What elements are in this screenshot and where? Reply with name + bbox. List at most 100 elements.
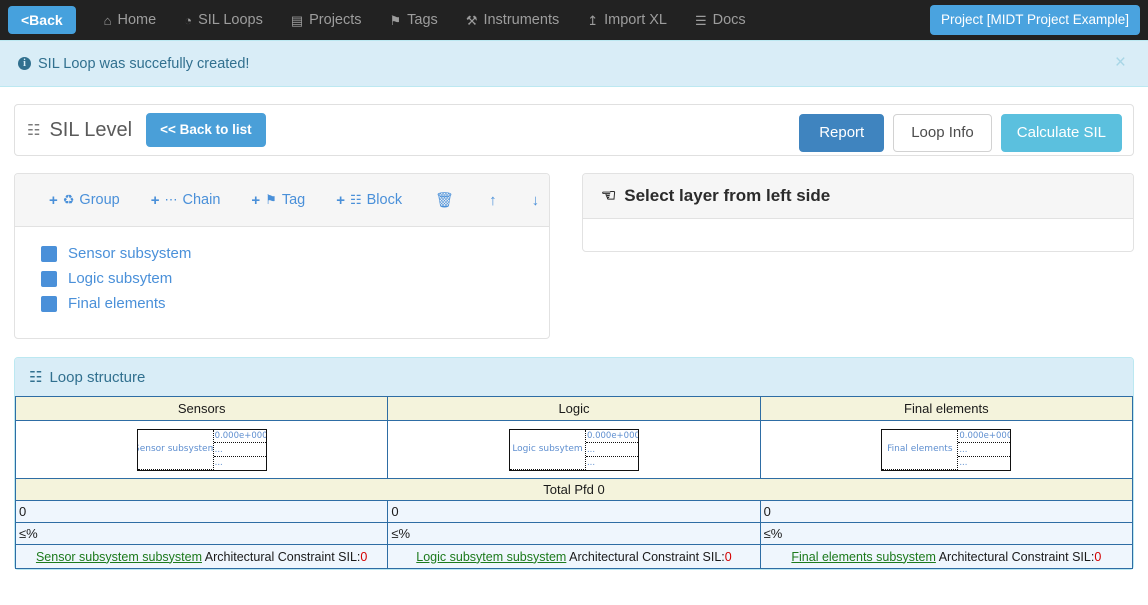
loop-structure-header: ☷ Loop structure	[15, 358, 1133, 396]
loop-info-button[interactable]: Loop Info	[893, 114, 992, 152]
block-line2: ...	[585, 443, 638, 457]
constraint-text: Architectural Constraint SIL:	[935, 549, 1095, 564]
nav-label-import-xl: Import XL	[604, 12, 667, 28]
subsystem-link-final-elements[interactable]: Final elements subsystem	[791, 550, 936, 564]
add-chain-label: Chain	[182, 192, 221, 208]
structure-editor-panel: + ♻ Group + ⋯ Chain + ⚑ Tag + ☷ Block 🗑 …	[14, 173, 550, 339]
layer-panel-title: Select layer from left side	[624, 186, 831, 205]
block-final-elements[interactable]: Final elements 0.000e+000 ... ...	[881, 428, 1012, 471]
close-icon[interactable]: ×	[1109, 52, 1132, 73]
nav-item-docs[interactable]: ☰ Docs	[681, 0, 760, 40]
home-icon: ⌂	[103, 12, 112, 28]
plus-icon: +	[251, 191, 261, 209]
column-header-final-elements: Final elements	[759, 396, 1134, 421]
table-constraint-row: Sensor subsystem subsystem Architectural…	[14, 544, 1134, 569]
block-logic-subsystem[interactable]: Logic subsytem 0.000e+000 ... ...	[508, 428, 639, 471]
project-button[interactable]: Project [MIDT Project Example]	[929, 5, 1140, 35]
column-header-logic: Logic	[387, 396, 761, 421]
block-sensor-subsystem[interactable]: Sensor subsystem 0.000e+000 ... ...	[136, 428, 267, 471]
nav-label-tags: Tags	[407, 12, 438, 28]
report-button[interactable]: Report	[799, 114, 885, 152]
percent-cell-logic: ≤%	[387, 522, 761, 545]
plus-icon: +	[336, 191, 345, 209]
projects-icon: ▤	[290, 12, 304, 28]
layer-square-icon	[41, 295, 57, 312]
layer-square-icon	[41, 270, 57, 287]
constraint-text: Architectural Constraint SIL:	[202, 549, 361, 564]
diagram-cell-final-elements[interactable]: Final elements 0.000e+000 ... ...	[759, 420, 1134, 479]
page-header-panel: ☷ SIL Level << Back to list Report Loop …	[14, 104, 1134, 156]
tree-item-logic-subsystem[interactable]: Logic subsytem	[41, 266, 549, 291]
tag-icon: ⚑	[265, 192, 277, 207]
nav-item-import-xl[interactable]: ↥ Import XL	[573, 0, 681, 40]
nav-label-home: Home	[117, 12, 157, 28]
add-tag-label: Tag	[281, 192, 306, 208]
add-chain-button[interactable]: + ⋯ Chain	[149, 190, 223, 211]
diagram-cell-sensors[interactable]: Sensor subsystem 0.000e+000 ... ...	[14, 420, 389, 479]
back-to-list-button[interactable]: << Back to list	[146, 112, 266, 148]
value-cell-logic: 0	[387, 500, 761, 523]
block-values: 0.000e+000 ... ...	[958, 430, 1011, 470]
block-line2: ...	[213, 443, 266, 457]
move-up-icon[interactable]: ↑	[485, 190, 501, 211]
block-pfd-value: 0.000e+000	[213, 430, 266, 444]
block-values: 0.000e+000 ... ...	[213, 430, 266, 470]
move-down-icon[interactable]: ↓	[528, 190, 544, 211]
add-block-button[interactable]: + ☷ Block	[334, 190, 404, 211]
layer-panel-header: ☜ Select layer from left side	[583, 174, 1133, 219]
loop-structure-table: Sensors Logic Final elements Sensor subs…	[14, 396, 1134, 569]
block-label: Sensor subsystem	[137, 429, 214, 470]
table-header-row: Sensors Logic Final elements	[14, 396, 1134, 421]
alert-message: SIL Loop was succefully created!	[38, 55, 250, 72]
block-line3: ...	[586, 458, 596, 469]
nav-label-instruments: Instruments	[483, 12, 560, 28]
block-pfd-value: 0.000e+000	[585, 430, 638, 444]
page-title-text: SIL Level	[49, 118, 133, 141]
loop-structure-title: Loop structure	[49, 368, 146, 386]
block-pfd-value: 0.000e+000	[958, 430, 1011, 444]
tree-item-label: Logic subsytem	[68, 270, 173, 287]
group-icon: ♻	[62, 192, 75, 207]
tree-item-label: Sensor subsystem	[68, 245, 192, 262]
tree-item-label: Final elements	[68, 295, 166, 312]
value-cell-sensors: 0	[14, 500, 389, 523]
subsystem-link-logic[interactable]: Logic subsytem subsystem	[416, 550, 566, 564]
tree-item-sensor-subsystem[interactable]: Sensor subsystem	[41, 241, 549, 266]
nav-item-sil-loops[interactable]: ◔ SIL Loops	[170, 0, 277, 40]
tree-item-final-elements[interactable]: Final elements	[41, 291, 549, 316]
layer-panel-body	[583, 219, 1133, 251]
delete-icon[interactable]: 🗑	[431, 189, 458, 211]
block-line3: ...	[214, 458, 223, 469]
constraint-cell-final-elements: Final elements subsystem Architectural C…	[759, 544, 1134, 569]
value-cell-final-elements: 0	[759, 500, 1134, 523]
table-percent-row: ≤% ≤% ≤%	[14, 522, 1134, 545]
navbar-right: Project [MIDT Project Example]	[929, 5, 1140, 35]
nav-item-home[interactable]: ⌂ Home	[90, 0, 171, 40]
subsystem-link-sensors[interactable]: Sensor subsystem subsystem	[36, 550, 202, 564]
table-total-row: Total Pfd 0	[15, 478, 1133, 501]
diagram-cell-logic[interactable]: Logic subsytem 0.000e+000 ... ...	[387, 420, 761, 479]
block-values: 0.000e+000 ... ...	[585, 430, 638, 470]
constraint-cell-logic: Logic subsytem subsystem Architectural C…	[387, 544, 761, 569]
total-pfd-cell: Total Pfd 0	[15, 478, 1133, 501]
constraint-cell-sensors: Sensor subsystem subsystem Architectural…	[14, 544, 389, 569]
block-label: Final elements	[882, 429, 959, 470]
add-group-button[interactable]: + ♻ Group	[47, 190, 122, 211]
back-button[interactable]: <Back	[8, 6, 76, 34]
table-diagram-row: Sensor subsystem 0.000e+000 ... ... Logi…	[14, 420, 1134, 479]
loop-structure-panel: ☷ Loop structure Sensors Logic Final ele…	[14, 357, 1134, 570]
top-navbar: <Back ⌂ Home ◔ SIL Loops ▤ Projects ⚑ Ta…	[0, 0, 1148, 40]
table-value-row: 0 0 0	[14, 500, 1134, 523]
nav-item-tags[interactable]: ⚑ Tags	[376, 0, 452, 40]
nav-item-projects[interactable]: ▤ Projects	[277, 0, 376, 40]
content-row: + ♻ Group + ⋯ Chain + ⚑ Tag + ☷ Block 🗑 …	[14, 173, 1134, 339]
calculate-sil-button[interactable]: Calculate SIL	[1000, 114, 1122, 152]
nav-item-instruments[interactable]: ⚒ Instruments	[452, 0, 573, 40]
add-group-label: Group	[79, 192, 120, 208]
constraint-sil-value: 0	[724, 549, 732, 564]
sitemap-icon: ☷	[29, 369, 43, 386]
add-tag-button[interactable]: + ⚑ Tag	[249, 190, 307, 211]
info-icon: i	[18, 57, 31, 70]
upload-icon: ↥	[587, 12, 599, 28]
add-block-label: Block	[366, 192, 403, 208]
